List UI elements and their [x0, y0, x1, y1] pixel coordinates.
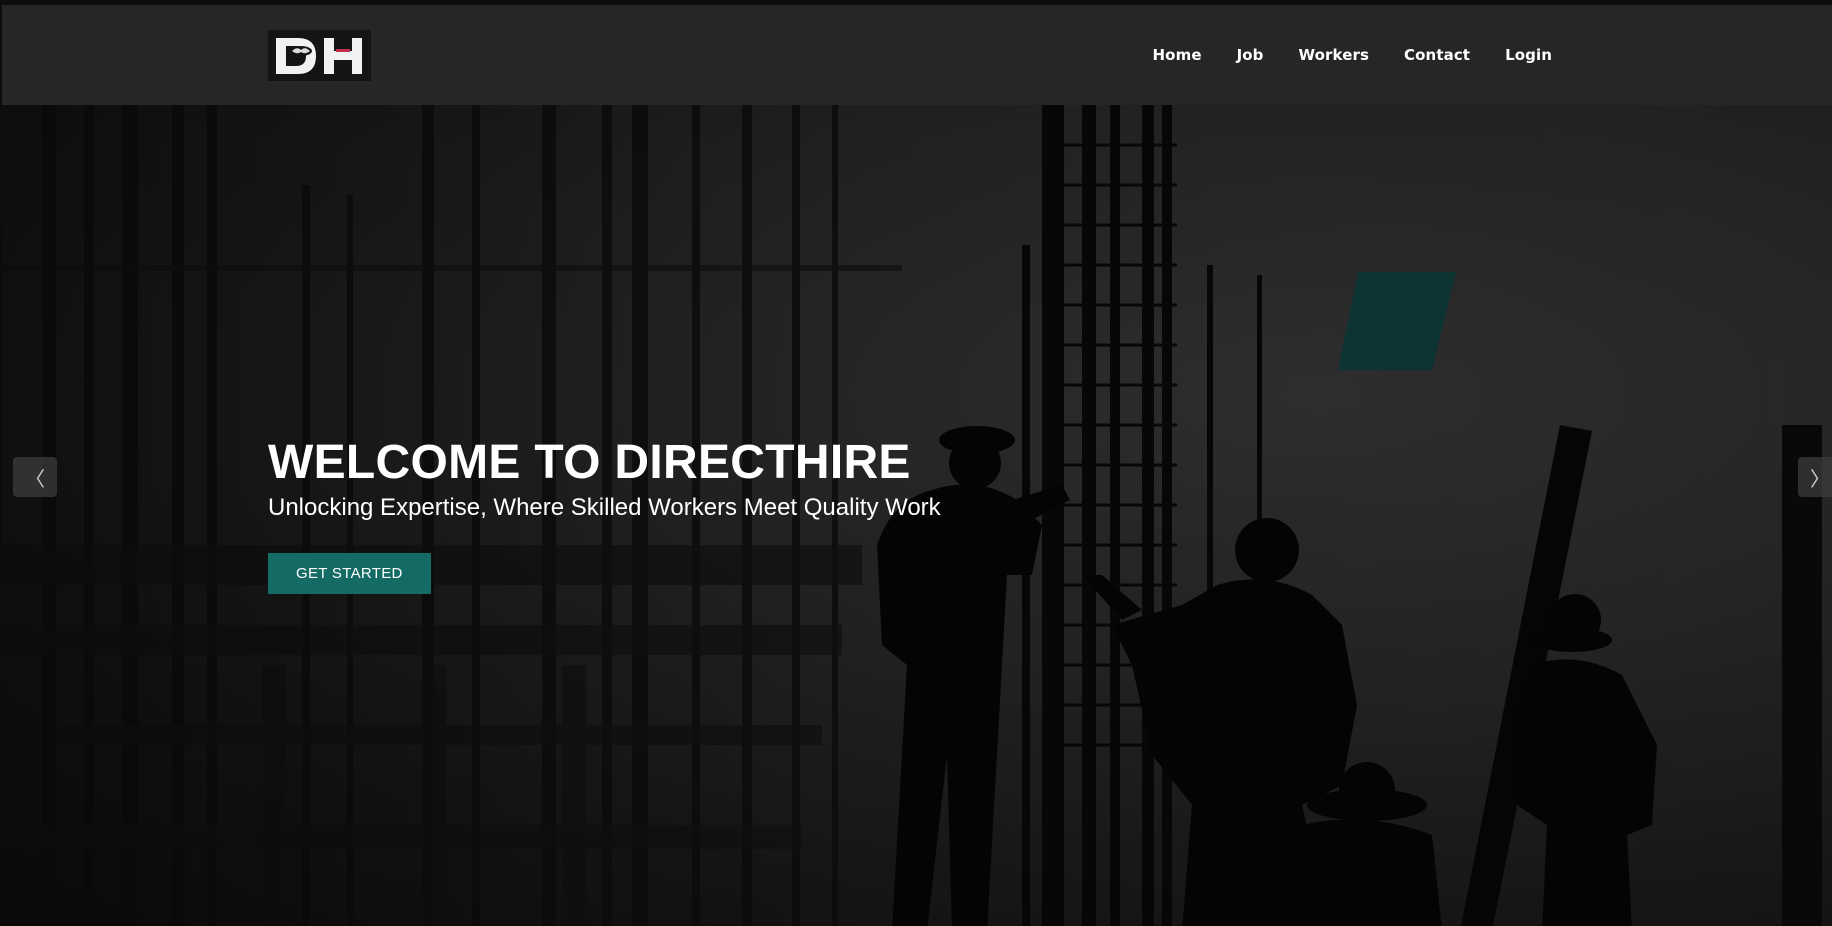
carousel-prev-button[interactable]: 〈	[13, 457, 57, 497]
nav-login[interactable]: Login	[1505, 46, 1552, 64]
main-nav: Home Job Workers Contact Login	[1118, 5, 1552, 105]
nav-workers[interactable]: Workers	[1299, 46, 1370, 64]
nav-home[interactable]: Home	[1153, 46, 1202, 64]
carousel-next-button[interactable]: 〉	[1798, 457, 1832, 497]
get-started-button[interactable]: GET STARTED	[268, 553, 431, 594]
site-header: Home Job Workers Contact Login	[2, 5, 1832, 105]
hero-carousel: WELCOME TO DIRECTHIRE Unlocking Expertis…	[2, 105, 1832, 926]
nav-job[interactable]: Job	[1237, 46, 1264, 64]
hero-content: WELCOME TO DIRECTHIRE Unlocking Expertis…	[268, 435, 941, 594]
hero-subtitle: Unlocking Expertise, Where Skilled Worke…	[268, 494, 941, 521]
hero-title: WELCOME TO DIRECTHIRE	[268, 436, 911, 489]
chevron-left-icon: 〈	[25, 466, 45, 491]
logo-mark-icon	[268, 30, 371, 81]
nav-contact[interactable]: Contact	[1404, 46, 1470, 64]
page: Home Job Workers Contact Login WELCOME T…	[0, 0, 1832, 926]
directhire-logo[interactable]	[268, 30, 371, 81]
chevron-right-icon: 〉	[1810, 466, 1830, 491]
